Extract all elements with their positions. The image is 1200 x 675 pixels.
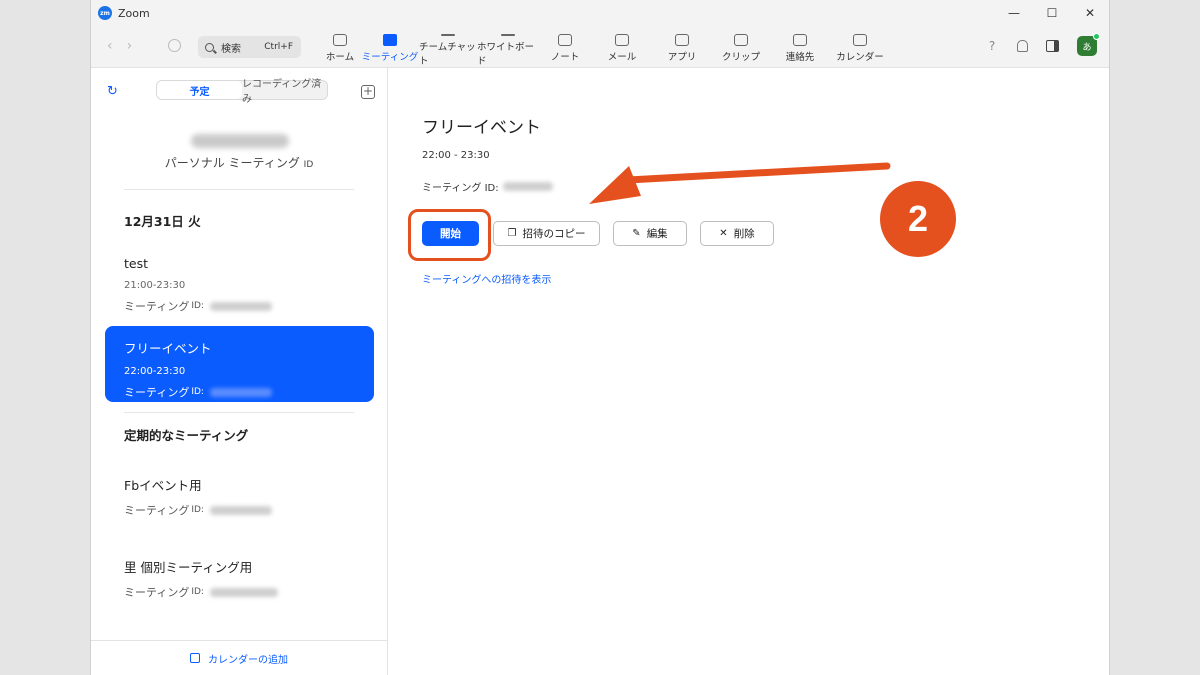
toolbar: ‹ › 検索 Ctrl+F ホーム ミーティング チームチャット ホワイトボード… <box>91 26 1109 68</box>
tab-meetings[interactable]: ミーティング <box>361 30 419 66</box>
step-number-badge: 2 <box>880 181 956 257</box>
arrow-shaft <box>623 162 891 184</box>
avatar[interactable]: あ <box>1077 33 1100 56</box>
tab-clips[interactable]: クリップ <box>711 30 771 66</box>
meeting-sidebar: ↻ 予定 レコーディング済み + パーソナル ミーティング ID 12月31日 … <box>91 68 388 675</box>
copy-invite-button[interactable]: ❐ 招待のコピー <box>493 221 600 246</box>
close-icon: ✕ <box>719 228 728 239</box>
zoom-logo-icon: zm <box>98 6 112 20</box>
search-shortcut: Ctrl+F <box>264 42 293 52</box>
date-heading: 12月31日 火 <box>124 214 201 229</box>
calendar-icon <box>853 34 867 46</box>
divider <box>124 412 354 413</box>
search-icon <box>205 42 214 52</box>
minimize-button[interactable]: — <box>995 0 1033 26</box>
meeting-item-fb-event[interactable]: Fbイベント用 ミーティング ID: <box>105 463 374 539</box>
segment-scheduled[interactable]: 予定 <box>157 81 242 99</box>
mail-icon <box>615 34 629 46</box>
zoom-window: zm Zoom — ☐ ✕ ‹ › 検索 Ctrl+F ホーム ミーティング チ… <box>90 0 1110 675</box>
meeting-id-blurred <box>209 387 272 397</box>
help-icon[interactable]: ? <box>985 39 999 53</box>
meeting-item-test[interactable]: test 21:00-23:30 ミーティング ID: <box>105 244 374 320</box>
whiteboard-icon <box>501 34 515 36</box>
refresh-icon[interactable]: ↻ <box>107 84 118 99</box>
side-panel-icon[interactable] <box>1046 40 1059 52</box>
segment-recorded[interactable]: レコーディング済み <box>242 79 327 105</box>
annotation-arrow <box>589 162 891 204</box>
calendar-icon <box>190 653 200 663</box>
add-meeting-icon[interactable]: + <box>361 85 375 99</box>
search-box[interactable]: 検索 Ctrl+F <box>198 36 301 58</box>
close-button[interactable]: ✕ <box>1071 0 1109 26</box>
maximize-button[interactable]: ☐ <box>1033 0 1071 26</box>
delete-button[interactable]: ✕ 削除 <box>700 221 774 246</box>
meeting-item-individual[interactable]: 里 個別ミーティング用 ミーティング ID: <box>105 545 374 621</box>
add-calendar-button[interactable]: カレンダーの追加 <box>91 640 387 675</box>
meeting-id: ミーティング ID: <box>422 179 553 194</box>
arrow-head <box>589 166 641 204</box>
copy-icon: ❐ <box>507 228 517 239</box>
personal-meeting-id-label[interactable]: パーソナル ミーティング ID <box>91 154 387 171</box>
forward-arrow-icon[interactable]: › <box>127 38 133 54</box>
home-icon <box>333 34 347 46</box>
show-invite-link[interactable]: ミーティングへの招待を表示 <box>422 271 551 286</box>
note-icon <box>558 34 572 46</box>
search-label: 検索 <box>221 43 241 55</box>
edit-button[interactable]: ✎ 編集 <box>613 221 687 246</box>
tab-calendar[interactable]: カレンダー <box>829 30 891 66</box>
title-bar: zm Zoom — ☐ ✕ <box>91 0 1109 26</box>
back-arrow-icon[interactable]: ‹ <box>107 38 113 54</box>
meeting-list-segment: 予定 レコーディング済み <box>156 79 328 105</box>
contacts-icon <box>793 34 807 46</box>
meeting-time: 22:00 - 23:30 <box>422 150 490 161</box>
clip-icon <box>734 34 748 46</box>
tab-team-chat[interactable]: チームチャット <box>419 30 477 67</box>
chat-icon <box>441 34 455 36</box>
pencil-icon: ✎ <box>632 228 641 239</box>
tab-contacts[interactable]: 連絡先 <box>771 30 829 66</box>
meeting-id-blurred <box>502 182 553 191</box>
tab-mail[interactable]: メール <box>591 30 653 66</box>
recurring-heading: 定期的なミーティング <box>124 428 249 443</box>
meeting-detail-panel: フリーイベント 22:00 - 23:30 ミーティング ID: 開始 ❐ 招待… <box>389 68 1109 675</box>
meeting-item-free-event[interactable]: フリーイベント 22:00-23:30 ミーティング ID: <box>105 326 374 402</box>
video-camera-icon <box>383 34 397 46</box>
tab-home[interactable]: ホーム <box>319 30 361 66</box>
history-icon[interactable] <box>168 39 181 52</box>
apps-icon <box>675 34 689 46</box>
start-button-highlight <box>408 209 491 261</box>
divider <box>124 189 354 190</box>
meeting-title: フリーイベント <box>422 118 541 138</box>
window-title: Zoom <box>118 6 150 20</box>
meeting-id-blurred <box>209 301 272 311</box>
online-status-dot <box>1093 33 1100 40</box>
tab-apps[interactable]: アプリ <box>653 30 711 66</box>
tab-notes[interactable]: ノート <box>539 30 591 66</box>
meeting-id-blurred <box>209 587 278 597</box>
tab-whiteboard[interactable]: ホワイトボード <box>477 30 539 67</box>
meeting-id-blurred <box>209 505 272 515</box>
personal-meeting-id-blurred <box>191 134 289 148</box>
bell-icon[interactable] <box>1017 40 1028 52</box>
